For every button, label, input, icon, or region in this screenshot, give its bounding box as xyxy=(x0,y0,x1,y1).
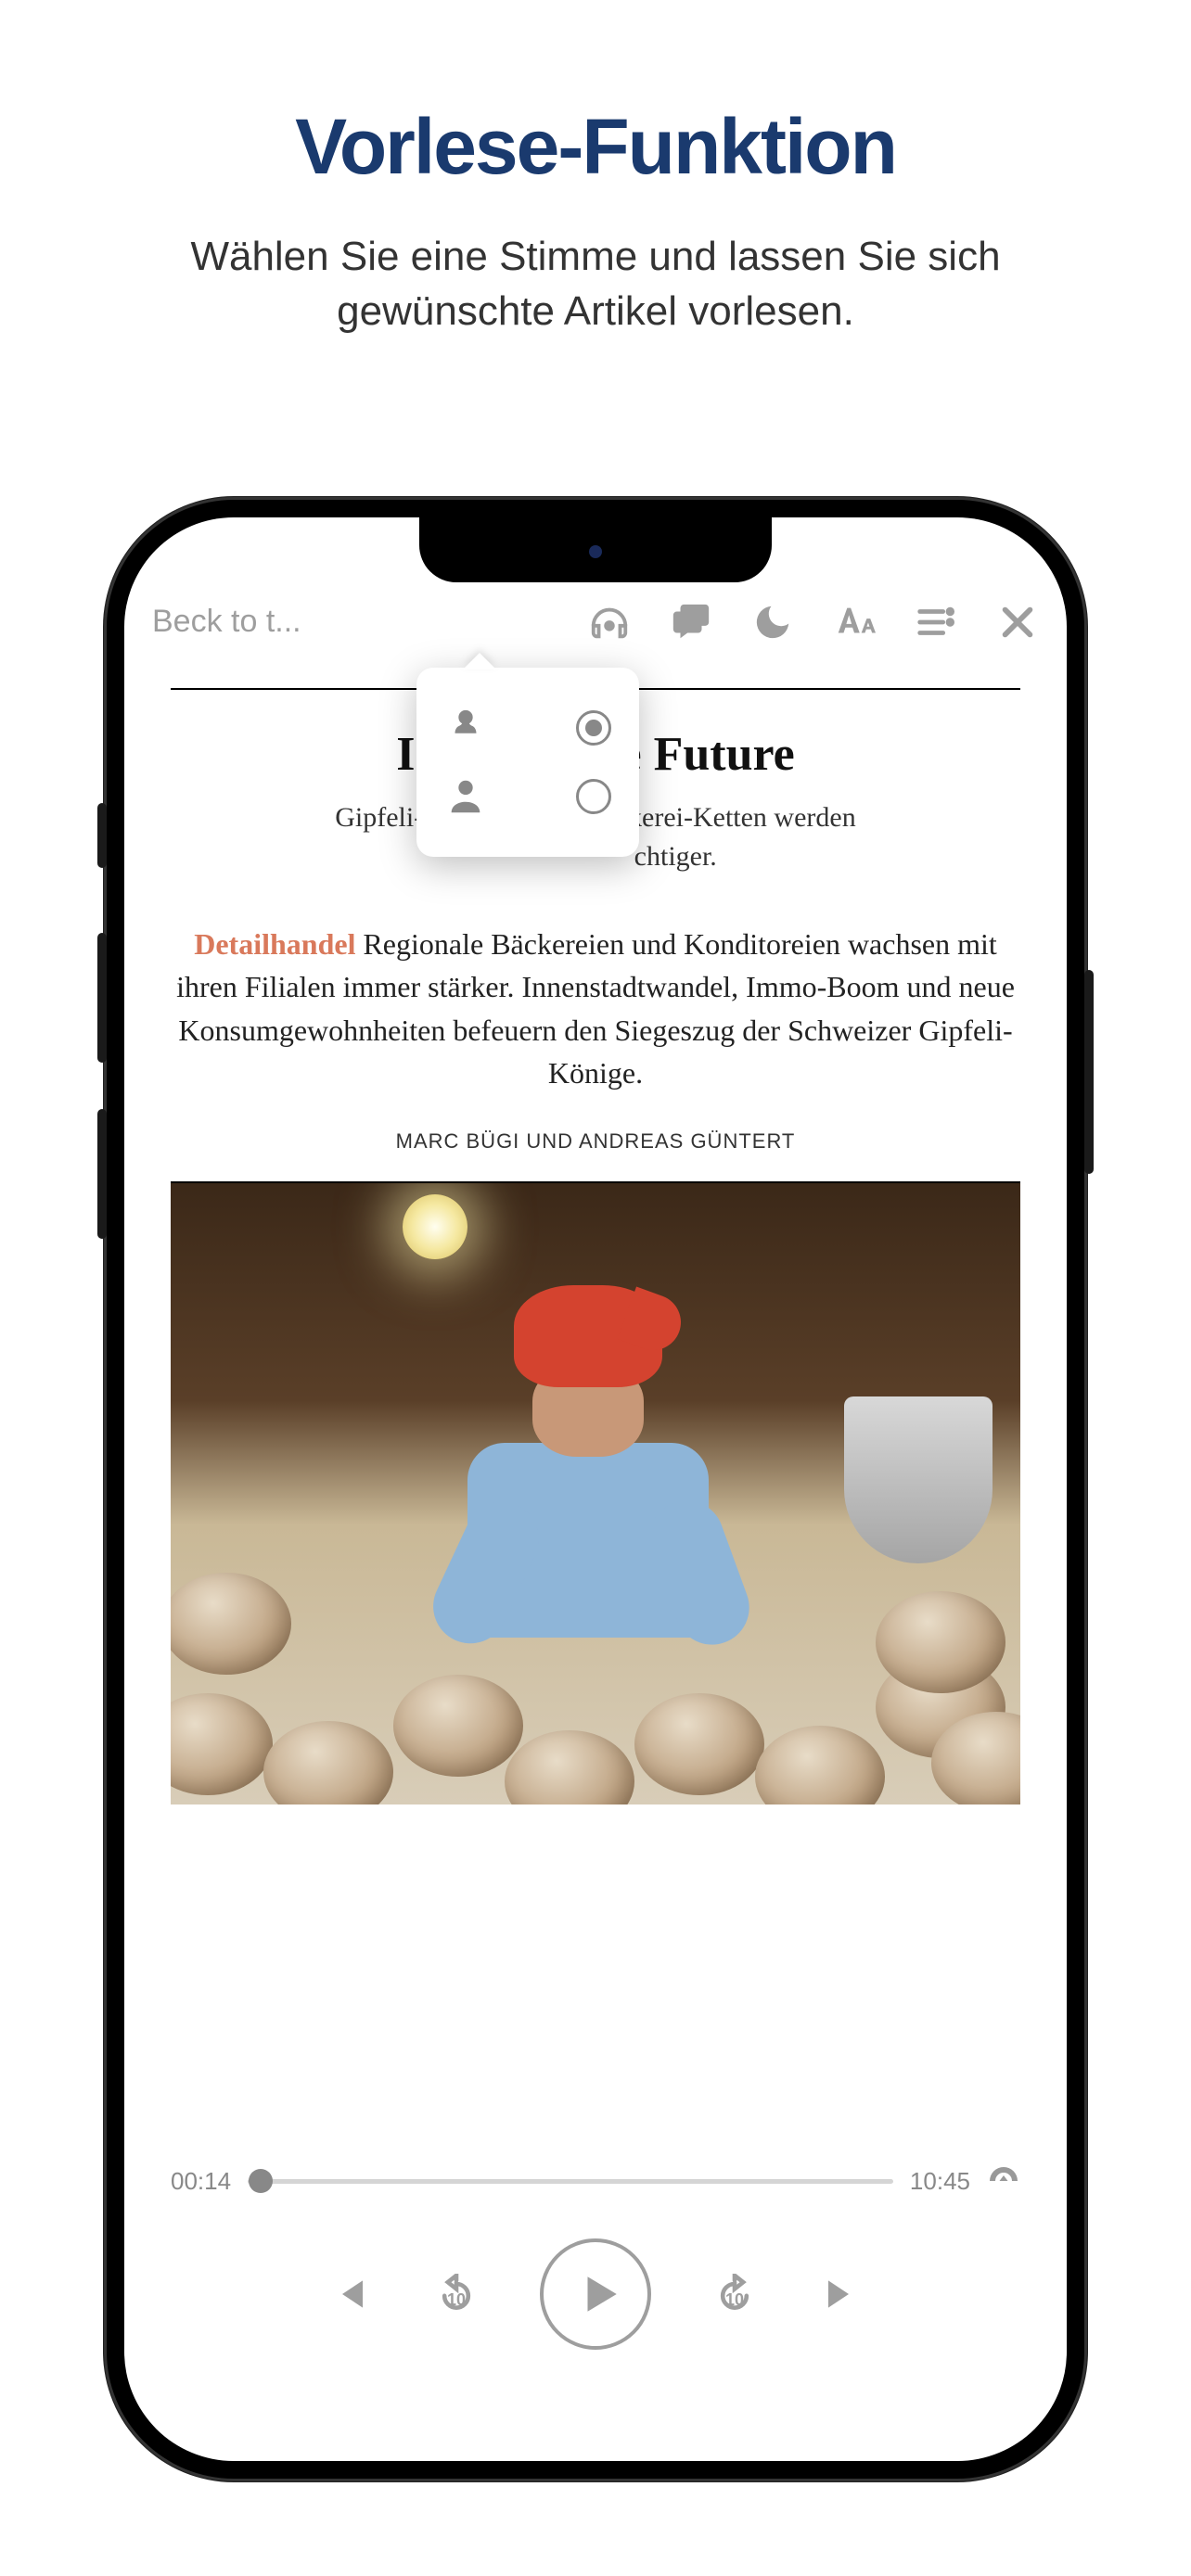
volume-down-button xyxy=(97,1109,107,1239)
voice-selection-popover xyxy=(416,668,639,857)
article-lead: Detailhandel Regionale Bäckereien und Ko… xyxy=(171,923,1020,1095)
progress-bar[interactable] xyxy=(248,2179,893,2184)
voice-option-female[interactable] xyxy=(441,694,615,762)
title-right: e Future xyxy=(621,728,795,781)
article-image xyxy=(171,1183,1020,1804)
voice-option-male[interactable] xyxy=(441,762,615,831)
notch xyxy=(419,517,772,582)
total-time: 10:45 xyxy=(910,2167,970,2196)
radio-unselected[interactable] xyxy=(576,779,611,814)
page-subtitle: Wählen Sie eine Stimme und lassen Sie si… xyxy=(104,229,1087,339)
skip-label: 10 xyxy=(447,2290,466,2310)
progress-thumb[interactable] xyxy=(249,2169,273,2193)
dark-mode-icon[interactable] xyxy=(751,601,794,644)
back-label[interactable]: Beck to t... xyxy=(152,604,301,640)
toc-icon[interactable] xyxy=(915,601,957,644)
rewind-10-button[interactable]: 10 xyxy=(436,2274,477,2315)
mute-switch xyxy=(97,803,107,868)
lead-tag: Detailhandel xyxy=(194,927,355,961)
volume-up-button xyxy=(97,933,107,1063)
article-author: MARC BÜGI UND ANDREAS GÜNTERT xyxy=(171,1129,1020,1154)
power-button xyxy=(1084,970,1094,1174)
sub-right2: chtiger. xyxy=(634,841,717,872)
phone-frame: Beck to t... xyxy=(104,497,1087,2481)
title-left: I xyxy=(396,728,415,781)
elapsed-time: 00:14 xyxy=(171,2167,231,2196)
close-icon[interactable] xyxy=(996,601,1039,644)
phone-screen: Beck to t... xyxy=(124,517,1067,2461)
next-button[interactable] xyxy=(818,2274,859,2315)
sub-right: äckerei-Ketten werden xyxy=(603,802,855,833)
forward-10-button[interactable]: 10 xyxy=(714,2274,755,2315)
font-size-icon[interactable] xyxy=(833,601,876,644)
female-voice-icon xyxy=(444,707,487,749)
listen-icon[interactable] xyxy=(588,601,631,644)
speed-icon[interactable] xyxy=(987,2162,1020,2201)
page-title: Vorlese-Funktion xyxy=(295,102,896,192)
skip-label: 10 xyxy=(725,2290,744,2310)
male-voice-icon xyxy=(444,775,487,818)
radio-selected[interactable] xyxy=(576,710,611,746)
previous-button[interactable] xyxy=(332,2274,373,2315)
comments-icon[interactable] xyxy=(670,601,712,644)
audio-player: 00:14 10:45 10 xyxy=(124,2143,1067,2461)
play-button[interactable] xyxy=(540,2238,651,2350)
